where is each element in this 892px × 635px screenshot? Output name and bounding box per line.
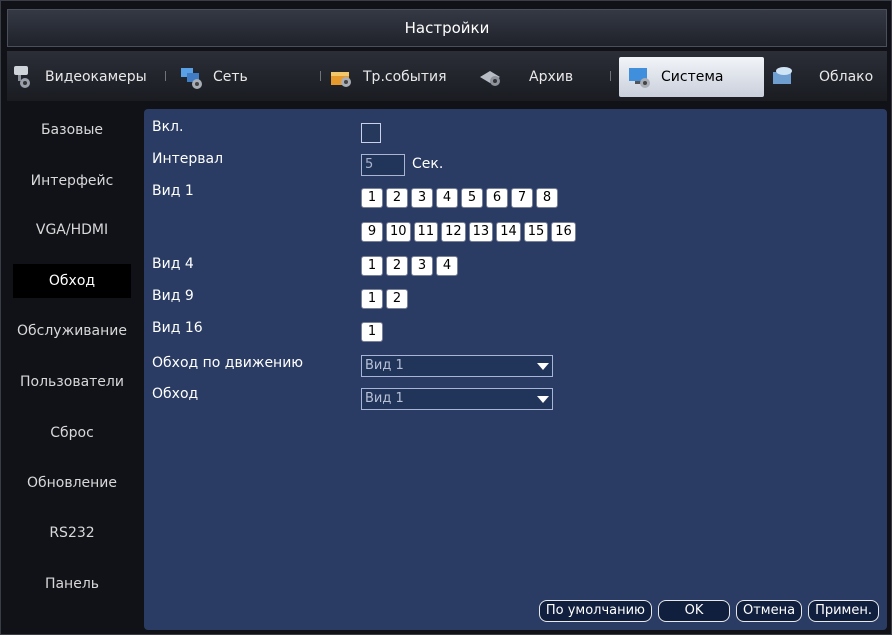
chevron-down-icon bbox=[537, 363, 549, 370]
view9-row: 1 2 bbox=[361, 289, 411, 309]
motion-tour-select[interactable]: Вид 1 bbox=[361, 355, 553, 377]
sidebar-item-update[interactable]: Обновление bbox=[7, 466, 137, 500]
cancel-button[interactable]: Отмена bbox=[736, 600, 803, 622]
default-button[interactable]: По умолчанию bbox=[538, 600, 652, 622]
view-button[interactable]: 3 bbox=[411, 256, 433, 276]
enable-checkbox[interactable] bbox=[361, 123, 381, 143]
view-button[interactable]: 7 bbox=[511, 188, 533, 208]
cloud-icon bbox=[771, 64, 797, 90]
storage-icon bbox=[477, 64, 503, 90]
interval-label: Интервал bbox=[152, 151, 224, 167]
tab-bar: Видеокамеры Сеть Тр.события Архив Систем… bbox=[7, 51, 887, 101]
tab-cameras[interactable]: Видеокамеры bbox=[11, 57, 156, 97]
view1-row1: 1 2 3 4 5 6 7 8 bbox=[361, 188, 561, 208]
sidebar-item-vga-hdmi[interactable]: VGA/HDMI bbox=[7, 213, 137, 247]
network-icon bbox=[179, 64, 205, 90]
sidebar-item-basic[interactable]: Базовые bbox=[7, 113, 137, 147]
tour-select[interactable]: Вид 1 bbox=[361, 388, 553, 410]
tab-archive[interactable]: Архив bbox=[477, 57, 607, 97]
apply-button[interactable]: Примен. bbox=[808, 600, 879, 622]
sidebar-item-users[interactable]: Пользователи bbox=[7, 365, 137, 399]
view-button[interactable]: 6 bbox=[486, 188, 508, 208]
tab-label: Тр.события bbox=[363, 69, 447, 85]
tab-system[interactable]: Система bbox=[619, 57, 764, 97]
view-button[interactable]: 13 bbox=[468, 222, 494, 242]
view-button[interactable]: 16 bbox=[551, 222, 576, 242]
view-button[interactable]: 12 bbox=[441, 222, 466, 242]
sidebar-item-panel[interactable]: Панель bbox=[7, 567, 137, 601]
sidebar-item-interface[interactable]: Интерфейс bbox=[7, 164, 137, 198]
view-button[interactable]: 8 bbox=[536, 188, 558, 208]
sidebar-item-reset[interactable]: Сброс bbox=[7, 416, 137, 450]
chevron-down-icon bbox=[537, 396, 549, 403]
tab-label: Облако bbox=[819, 69, 874, 85]
sidebar: Базовые Интерфейс VGA/HDMI Обход Обслужи… bbox=[7, 109, 137, 629]
view-button[interactable]: 9 bbox=[361, 222, 383, 242]
sidebar-item-maintenance[interactable]: Обслуживание bbox=[7, 314, 137, 348]
view-button[interactable]: 14 bbox=[496, 222, 521, 242]
view-button[interactable]: 2 bbox=[386, 188, 408, 208]
tour-label: Обход bbox=[152, 386, 199, 402]
enable-label: Вкл. bbox=[152, 119, 184, 135]
view-button[interactable]: 1 bbox=[361, 289, 383, 309]
view9-label: Вид 9 bbox=[152, 288, 194, 304]
interval-unit: Сек. bbox=[412, 156, 444, 172]
interval-input[interactable]: 5 bbox=[361, 154, 405, 176]
view-button[interactable]: 10 bbox=[386, 222, 411, 242]
tab-cloud[interactable]: Облако bbox=[771, 57, 887, 97]
tab-label: Видеокамеры bbox=[45, 69, 147, 85]
window-title: Настройки bbox=[7, 9, 887, 47]
view-button[interactable]: 15 bbox=[523, 222, 549, 242]
view-button[interactable]: 2 bbox=[386, 256, 408, 276]
view-button[interactable]: 3 bbox=[411, 188, 433, 208]
ok-button[interactable]: OK bbox=[658, 600, 730, 622]
camera-icon bbox=[11, 64, 37, 90]
view-button[interactable]: 11 bbox=[413, 222, 439, 242]
view-button[interactable]: 4 bbox=[436, 188, 458, 208]
view-button[interactable]: 4 bbox=[436, 256, 458, 276]
motion-tour-label: Обход по движению bbox=[152, 355, 304, 371]
view1-row2: 9 10 11 12 13 14 15 16 bbox=[361, 222, 579, 242]
view16-label: Вид 16 bbox=[152, 320, 203, 336]
view-button[interactable]: 1 bbox=[361, 188, 383, 208]
tab-label: Сеть bbox=[213, 69, 248, 85]
view1-label: Вид 1 bbox=[152, 183, 194, 199]
view4-row: 1 2 3 4 bbox=[361, 256, 461, 276]
view-button[interactable]: 5 bbox=[461, 188, 483, 208]
tab-label: Архив bbox=[529, 69, 574, 85]
tab-events[interactable]: Тр.события bbox=[329, 57, 461, 97]
tab-label: Система bbox=[661, 69, 724, 85]
events-icon bbox=[329, 64, 355, 90]
sidebar-item-rs232[interactable]: RS232 bbox=[7, 516, 137, 550]
view4-label: Вид 4 bbox=[152, 256, 194, 272]
view-button[interactable]: 2 bbox=[386, 289, 408, 309]
tour-value: Вид 1 bbox=[365, 391, 404, 406]
settings-window: Настройки Видеокамеры Сеть Тр.события Ар… bbox=[0, 0, 892, 635]
action-buttons: По умолчанию OK Отмена Примен. bbox=[533, 600, 879, 622]
view-button[interactable]: 1 bbox=[361, 256, 383, 276]
system-icon bbox=[627, 64, 653, 90]
tab-network[interactable]: Сеть bbox=[179, 57, 299, 97]
sidebar-item-tour[interactable]: Обход bbox=[13, 264, 131, 298]
view16-row: 1 bbox=[361, 322, 386, 342]
view-button[interactable]: 1 bbox=[361, 322, 383, 342]
settings-panel: Вкл. Интервал 5 Сек. Вид 1 1 2 3 4 5 6 7… bbox=[144, 109, 887, 630]
motion-tour-value: Вид 1 bbox=[365, 358, 404, 373]
